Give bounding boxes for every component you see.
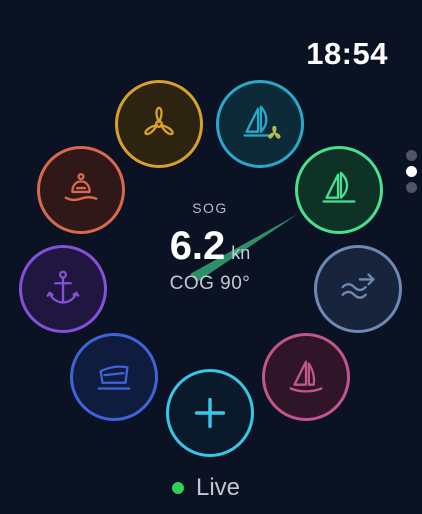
motorsailing-mode-button[interactable] (216, 80, 304, 168)
sailboat-icon (322, 171, 356, 203)
sog-value: 6.2 (169, 224, 226, 268)
live-label: Live (196, 474, 241, 501)
propeller-icon (144, 106, 174, 136)
sailboat-propeller-icon (243, 105, 281, 139)
dock-icon (97, 365, 131, 390)
cog-value: COG 90° (169, 273, 251, 294)
waves-arrow-icon (341, 273, 375, 299)
drifting-mode-button[interactable] (314, 245, 402, 333)
live-indicator-dot (172, 482, 184, 494)
plus-icon (194, 397, 226, 429)
docked-mode-button[interactable] (70, 333, 158, 421)
live-status: Live (172, 474, 240, 502)
sog-unit: kn (231, 243, 251, 263)
racing-mode-button[interactable] (262, 333, 350, 421)
add-mode-button[interactable] (166, 369, 254, 457)
sog-row: 6.2 kn (100, 224, 320, 269)
page-dot-3 (406, 182, 417, 193)
anchor-icon (46, 270, 80, 304)
anchored-mode-button[interactable] (19, 245, 107, 333)
page-dot-2-active (406, 166, 417, 177)
speed-readout: SOG 6.2 kn COG 90° (100, 200, 320, 295)
sailboat-outline-icon (289, 360, 323, 393)
engine-mode-button[interactable] (115, 80, 203, 168)
mooring-buoy-icon (64, 173, 98, 202)
sog-label: SOG (192, 200, 228, 216)
page-dot-1 (406, 150, 417, 161)
mode-dial: SOG 6.2 kn COG 90° (0, 0, 422, 514)
